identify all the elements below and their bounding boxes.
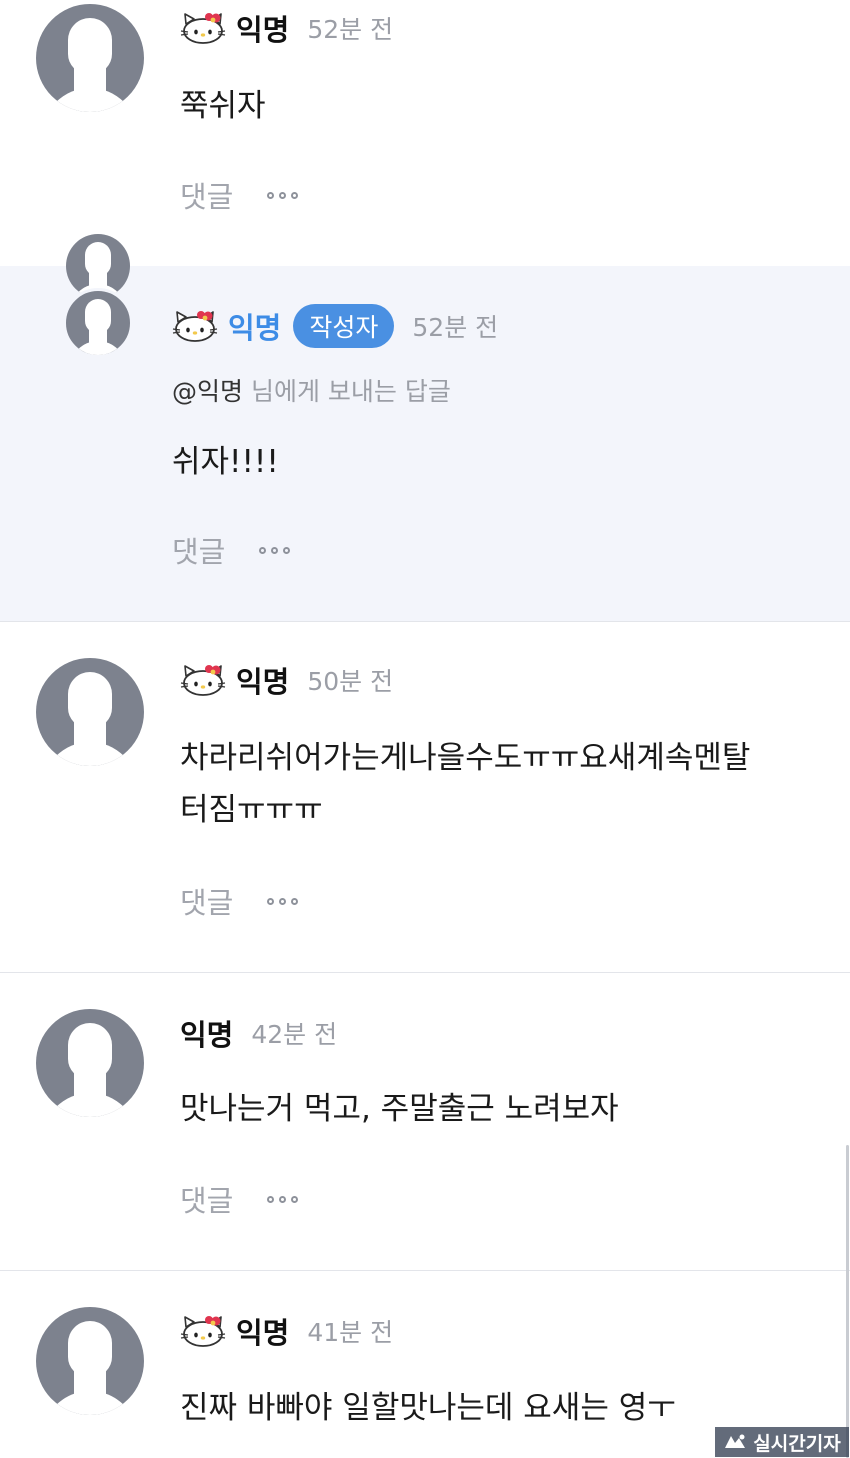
more-options-icon[interactable] [259, 546, 291, 554]
more-options-icon[interactable] [267, 191, 299, 199]
comment-header: 익명 작성자 52분 전 [172, 304, 498, 348]
reply-button[interactable]: 댓글 [180, 174, 233, 216]
hello-kitty-icon [180, 1314, 226, 1348]
author-name[interactable]: 익명 [236, 7, 289, 49]
avatar[interactable] [36, 1307, 144, 1415]
hello-kitty-icon [172, 309, 218, 343]
comment-text-line: 차라리쉬어가는게나을수도ㅠㅠ요새계속멘탈 [180, 740, 751, 776]
reply-button[interactable]: 댓글 [180, 880, 233, 922]
comment-header: 익명 50분 전 [180, 658, 393, 702]
comment-list: 익명 52분 전 쭉쉬자 댓글 익명 작성자 52분 전 @익명 님에게 보내는… [0, 0, 850, 1458]
comment-actions: 댓글 [172, 529, 291, 571]
mention-target[interactable]: @익명 [172, 377, 243, 406]
comment-header: 익명 41분 전 [180, 1309, 393, 1353]
comment-text: 맛나는거 먹고, 주말출근 노려보자 [180, 1091, 619, 1127]
reply-button[interactable]: 댓글 [172, 529, 225, 571]
watermark: 실시간기자 [715, 1427, 849, 1457]
reply-item: 익명 작성자 52분 전 @익명 님에게 보내는 답글 쉬자!!!! 댓글 [0, 234, 850, 621]
timestamp: 50분 전 [307, 667, 394, 696]
comment-item: 익명 50분 전 차라리쉬어가는게나을수도ㅠㅠ요새계속멘탈 터짐ㅠㅠㅠ 댓글 [0, 622, 850, 972]
timestamp: 42분 전 [251, 1020, 338, 1049]
avatar[interactable] [36, 658, 144, 766]
comment-header: 익명 52분 전 [180, 6, 393, 50]
reply-button[interactable]: 댓글 [180, 1178, 233, 1220]
timestamp: 52분 전 [307, 15, 394, 44]
comment-text-line: 터짐ㅠㅠㅠ [180, 792, 323, 828]
comment-actions: 댓글 [180, 1178, 299, 1220]
comment-item: 익명 42분 전 맛나는거 먹고, 주말출근 노려보자 댓글 [0, 973, 850, 1270]
hello-kitty-icon [180, 663, 226, 697]
author-name[interactable]: 익명 [236, 1310, 289, 1352]
avatar[interactable] [36, 1009, 144, 1117]
comment-text: 쭉쉬자 [180, 88, 266, 124]
author-name[interactable]: 익명 [228, 305, 281, 347]
watermark-text: 실시간기자 [753, 1432, 841, 1455]
author-name[interactable]: 익명 [236, 659, 289, 701]
hello-kitty-icon [180, 11, 226, 45]
avatar[interactable] [36, 4, 144, 112]
scrollbar[interactable] [846, 1145, 849, 1458]
comment-item: 익명 52분 전 쭉쉬자 댓글 [0, 0, 850, 266]
comment-text: 진짜 바빠야 일할맛나는데 요새는 영ㅜ [180, 1390, 676, 1426]
avatar[interactable] [63, 288, 133, 358]
more-options-icon[interactable] [267, 1195, 299, 1203]
author-name[interactable]: 익명 [180, 1012, 233, 1054]
comment-text: 차라리쉬어가는게나을수도ㅠㅠ요새계속멘탈 터짐ㅠㅠㅠ [180, 732, 820, 836]
comment-text: 쉬자!!!! [172, 444, 279, 480]
watermark-logo-icon [725, 1434, 746, 1448]
more-options-icon[interactable] [267, 897, 299, 905]
comment-actions: 댓글 [180, 174, 299, 216]
timestamp: 52분 전 [412, 313, 499, 342]
author-badge: 작성자 [293, 304, 395, 348]
comment-header: 익명 42분 전 [180, 1011, 337, 1055]
reply-mention: @익명 님에게 보내는 답글 [172, 372, 451, 408]
mention-suffix: 님에게 보내는 답글 [243, 377, 451, 406]
timestamp: 41분 전 [307, 1318, 394, 1347]
comment-actions: 댓글 [180, 880, 299, 922]
